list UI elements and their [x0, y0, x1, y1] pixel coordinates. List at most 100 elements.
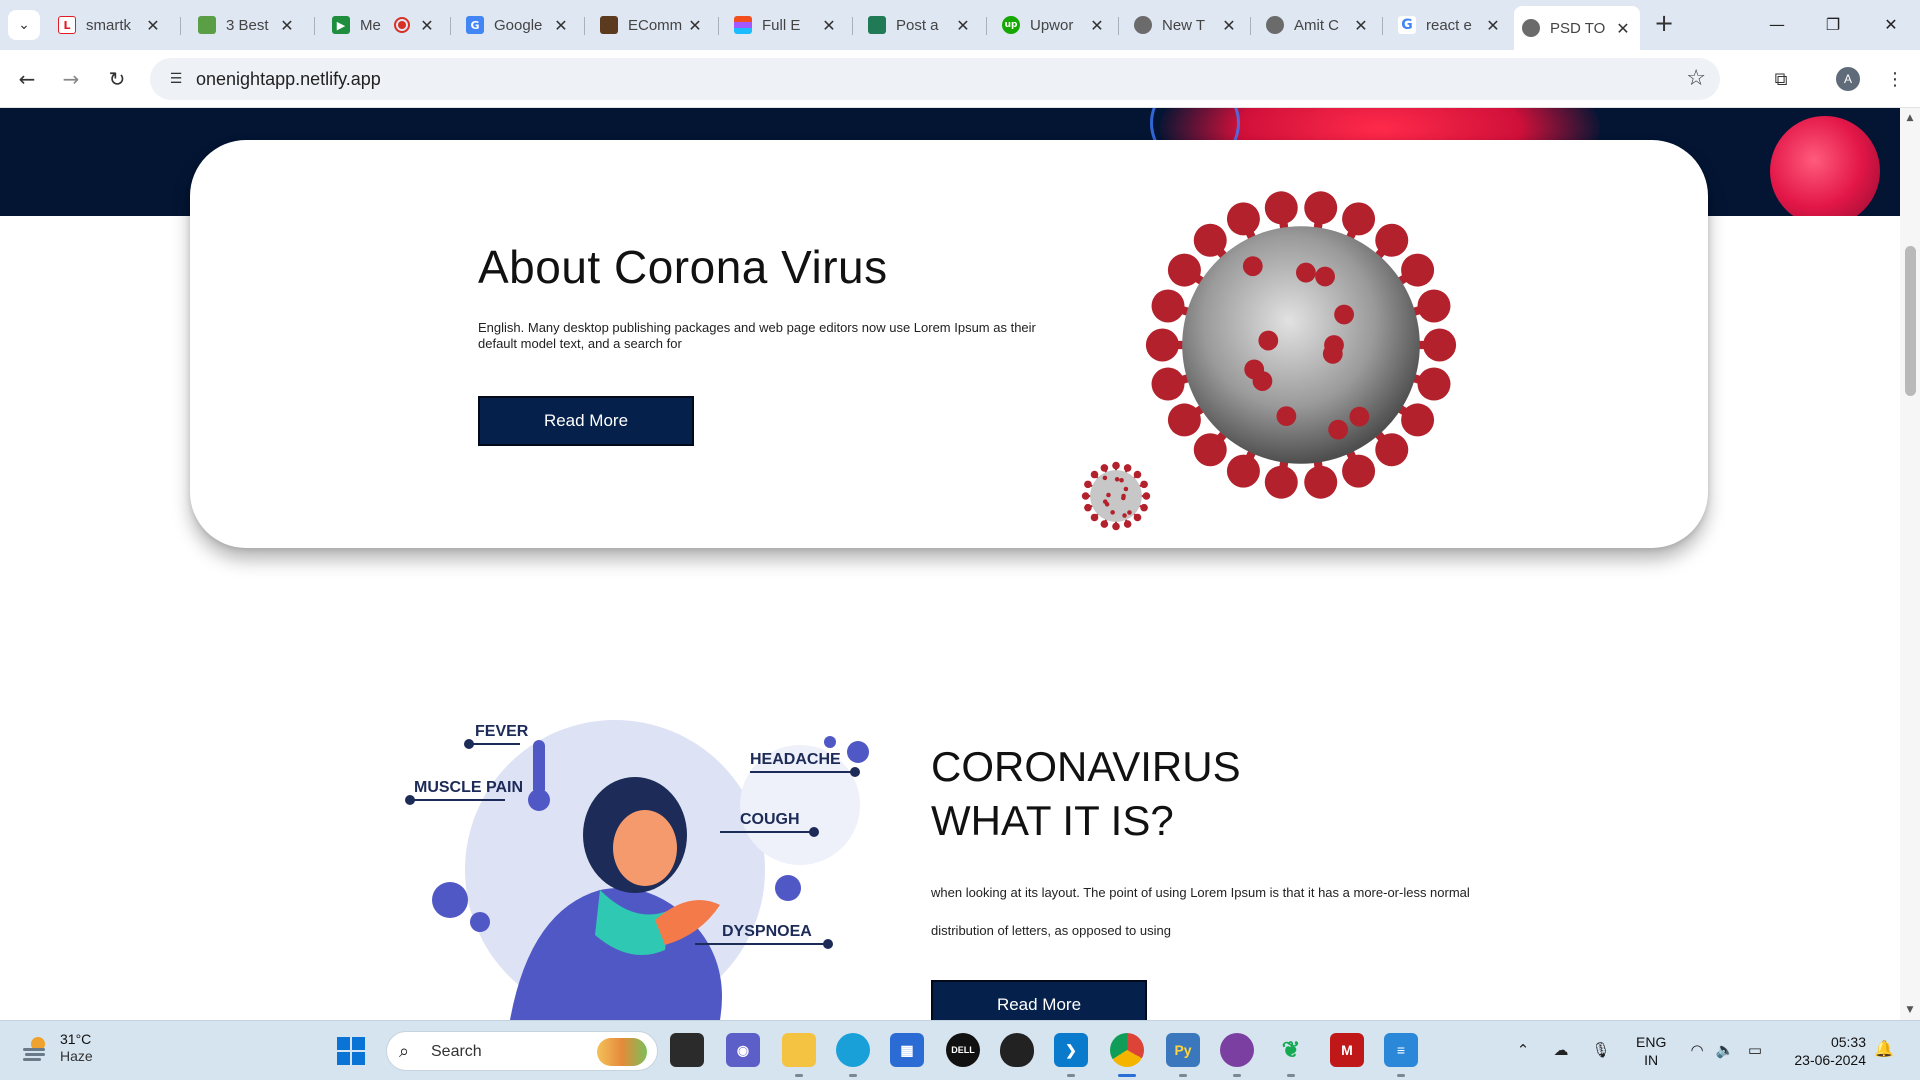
python-icon[interactable]: Py: [1166, 1033, 1200, 1067]
tab-label: Upwor: [1030, 16, 1074, 34]
close-icon[interactable]: ✕: [278, 16, 296, 35]
tab-label: 3 Best: [226, 16, 269, 34]
battery-icon[interactable]: ▭: [1744, 1039, 1766, 1061]
tab-separator: [852, 17, 853, 35]
scrollbar-thumb[interactable]: [1905, 246, 1916, 396]
close-icon[interactable]: ✕: [1220, 16, 1238, 35]
close-icon[interactable]: ✕: [820, 16, 838, 35]
tab-2[interactable]: ▶ Me ✕: [324, 8, 444, 42]
running-indicator: [1179, 1074, 1187, 1077]
weather-temperature: 31°C: [60, 1031, 92, 1047]
address-bar[interactable]: ☰ onenightapp.netlify.app ☆: [150, 58, 1720, 100]
url-text[interactable]: onenightapp.netlify.app: [196, 69, 381, 90]
tab-9[interactable]: Amit C ✕: [1258, 8, 1378, 42]
github-desktop-icon[interactable]: [1220, 1033, 1254, 1067]
tab-10[interactable]: G react e ✕: [1390, 8, 1510, 42]
tab-label: react e: [1426, 16, 1472, 34]
close-window-button[interactable]: ✕: [1868, 8, 1914, 40]
task-view-icon[interactable]: [670, 1033, 704, 1067]
scroll-up-arrow[interactable]: ▲: [1900, 110, 1920, 126]
about-read-more-button[interactable]: Read More: [478, 396, 694, 446]
taskbar-search-label: Search: [431, 1043, 482, 1060]
tab-4[interactable]: EComm ✕: [592, 8, 712, 42]
close-icon[interactable]: ✕: [418, 16, 436, 35]
notepad-icon[interactable]: ≡: [1384, 1033, 1418, 1067]
weather-widget[interactable]: 31°C Haze: [20, 1031, 93, 1065]
close-icon[interactable]: ✕: [1484, 16, 1502, 35]
page-scrollbar[interactable]: ▲ ▼: [1900, 108, 1920, 1020]
running-indicator-active: [1118, 1074, 1136, 1077]
tab-separator: [1250, 17, 1251, 35]
tab-3[interactable]: G Google ✕: [458, 8, 578, 42]
chevron-up-icon[interactable]: ⌃: [1512, 1039, 1534, 1061]
volume-icon[interactable]: 🔈: [1714, 1039, 1736, 1061]
close-icon[interactable]: ✕: [1352, 16, 1370, 35]
symptom-dyspnoea: DYSPNOEA: [722, 923, 812, 940]
lendingkart-icon: L: [58, 16, 76, 34]
menu-kebab-icon[interactable]: ⋮: [1878, 62, 1912, 96]
tab-5[interactable]: Full E ✕: [726, 8, 846, 42]
close-icon[interactable]: ✕: [954, 16, 972, 35]
tab-separator: [450, 17, 451, 35]
running-indicator: [1233, 1074, 1241, 1077]
running-indicator: [795, 1074, 803, 1077]
symptom-muscle-pain: MUSCLE PAIN: [414, 779, 523, 796]
system-clock[interactable]: 05:33 23-06-2024: [1786, 1033, 1866, 1069]
running-indicator: [1287, 1074, 1295, 1077]
mcafee-icon[interactable]: M: [1330, 1033, 1364, 1067]
tab-search-button[interactable]: ⌄: [8, 10, 40, 40]
tab-6[interactable]: Post a ✕: [860, 8, 980, 42]
minimize-button[interactable]: —: [1754, 8, 1800, 40]
dell-icon[interactable]: DELL: [946, 1033, 980, 1067]
bookmark-star-icon[interactable]: ☆: [1686, 66, 1706, 91]
language-indicator[interactable]: ENG IN: [1636, 1033, 1666, 1069]
about-title: About Corona Virus: [478, 241, 888, 293]
teams-chat-icon[interactable]: ◉: [726, 1033, 760, 1067]
extensions-icon[interactable]: ⧉: [1764, 62, 1798, 96]
clock-date: 23-06-2024: [1794, 1052, 1866, 1068]
forward-button[interactable]: →: [54, 62, 88, 96]
language-code: ENG: [1636, 1034, 1667, 1050]
tab-label: EComm: [628, 16, 683, 34]
vscode-icon[interactable]: ❯: [1054, 1033, 1088, 1067]
tab-8[interactable]: New T ✕: [1126, 8, 1246, 42]
reload-button[interactable]: ↻: [100, 62, 134, 96]
edge-icon[interactable]: [836, 1033, 870, 1067]
close-icon[interactable]: ✕: [1614, 19, 1632, 38]
taskbar-search[interactable]: ⌕ Search: [386, 1031, 658, 1071]
close-icon[interactable]: ✕: [1088, 16, 1106, 35]
close-icon[interactable]: ✕: [144, 16, 162, 35]
wifi-icon[interactable]: ◠: [1686, 1039, 1708, 1061]
tab-0[interactable]: L smartk ✕: [50, 8, 170, 42]
notification-bell-icon[interactable]: 🔔: [1874, 1039, 1894, 1058]
alienware-icon[interactable]: [1000, 1033, 1034, 1067]
weather-description: Haze: [60, 1048, 93, 1064]
tab-7[interactable]: up Upwor ✕: [994, 8, 1114, 42]
chrome-icon[interactable]: [1110, 1033, 1144, 1067]
tab-11-active[interactable]: PSD TO ✕: [1514, 6, 1640, 50]
close-icon[interactable]: ✕: [552, 16, 570, 35]
onedrive-cloud-icon[interactable]: ☁: [1550, 1039, 1572, 1061]
tab-separator: [986, 17, 987, 35]
what-read-more-button[interactable]: Read More: [931, 980, 1147, 1020]
profile-avatar[interactable]: A: [1836, 67, 1860, 91]
scroll-down-arrow[interactable]: ▼: [1900, 1002, 1920, 1018]
new-tab-button[interactable]: +: [1650, 10, 1678, 38]
site-info-icon[interactable]: ☰: [164, 67, 188, 91]
windows-start-icon[interactable]: [336, 1036, 366, 1066]
microphone-icon[interactable]: 🎙: [1590, 1039, 1612, 1061]
mongodb-icon[interactable]: ❦: [1274, 1033, 1308, 1067]
tab-label: Google: [494, 16, 543, 34]
close-icon[interactable]: ✕: [686, 16, 704, 35]
restore-button[interactable]: ❐: [1810, 8, 1856, 40]
upwork-icon: up: [1002, 16, 1020, 34]
what-title-line-1: CORONAVIRUS: [931, 743, 1241, 790]
microsoft-store-icon[interactable]: ▦: [890, 1033, 924, 1067]
search-icon: ⌕: [399, 1041, 410, 1062]
back-button[interactable]: ←: [10, 62, 44, 96]
symptom-headache: HEADACHE: [750, 751, 841, 768]
file-explorer-icon[interactable]: [782, 1033, 816, 1067]
tab-label: New T: [1162, 16, 1206, 34]
tab-1[interactable]: 3 Best ✕: [190, 8, 304, 42]
tab-label: smartk: [86, 16, 131, 34]
